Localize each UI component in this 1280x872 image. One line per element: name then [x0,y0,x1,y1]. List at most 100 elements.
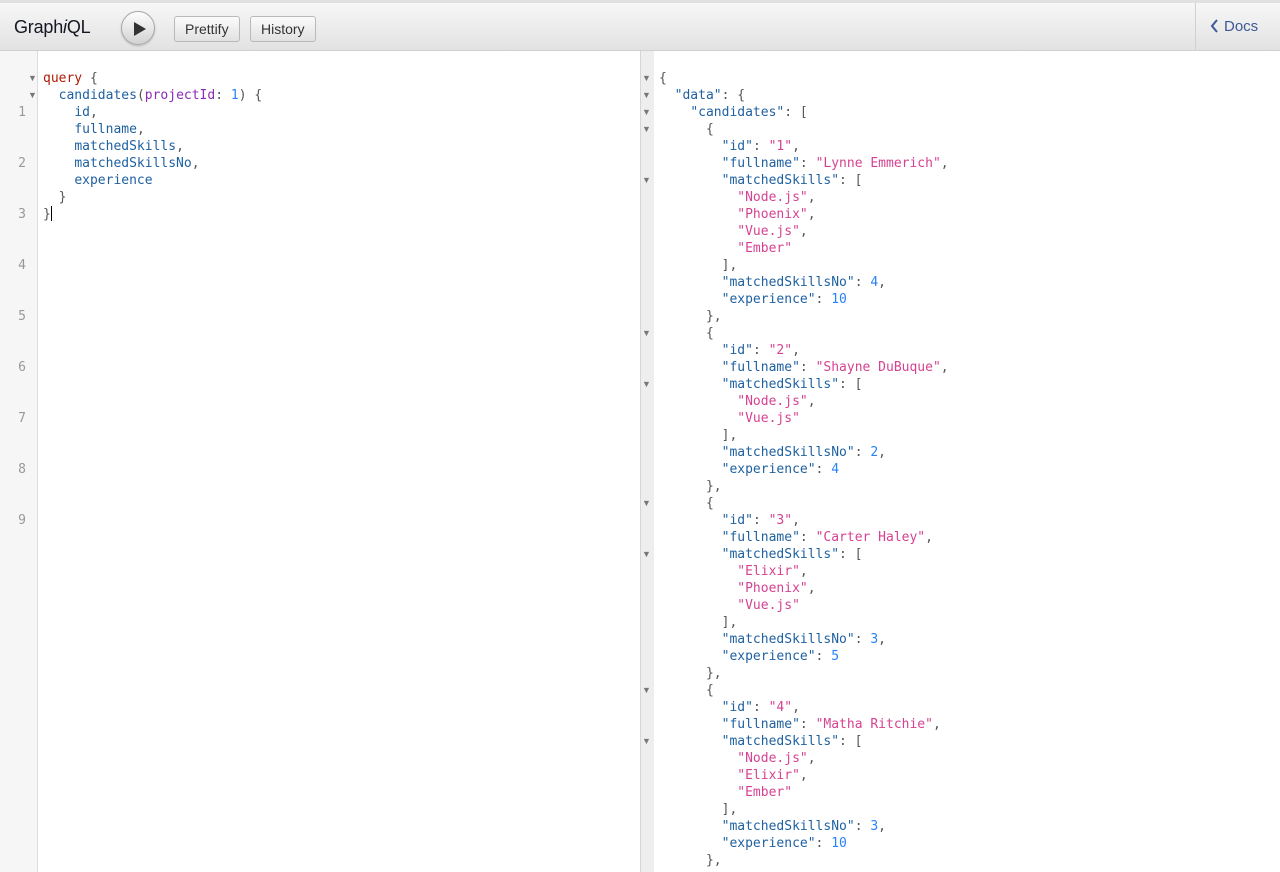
result-line: "experience": 4 [721,462,840,477]
fold-toggle-icon [642,274,654,291]
result-line: "fullname": "Shayne DuBuque", [721,360,949,375]
result-line: }, [705,853,722,868]
result-line: "Phoenix", [737,207,816,222]
result-line: { [705,326,714,341]
fold-toggle-icon [642,223,654,240]
line-number: 8 [18,462,26,477]
fold-toggle-icon [642,461,654,478]
fold-toggle-icon [642,393,654,410]
result-line: "Phoenix", [737,581,816,596]
query-line[interactable]: candidates(projectId: 1) { [43,87,263,104]
result-line: "Elixir", [737,564,808,579]
fold-toggle-icon[interactable]: ▼ [642,733,654,750]
result-line: "matchedSkills": [ [721,734,863,749]
line-number: 1 [18,105,26,120]
fold-toggle-icon[interactable]: ▼ [642,682,654,699]
fold-toggle-icon[interactable]: ▼ [28,87,38,104]
result-line: "matchedSkillsNo": 4, [721,275,886,290]
result-line: "Elixir", [737,768,808,783]
result-line: "fullname": "Matha Ritchie", [721,717,941,732]
fold-toggle-icon [642,614,654,631]
result-line: "candidates": [ [690,105,808,120]
prettify-button[interactable]: Prettify [174,16,240,42]
fold-toggle-icon [642,206,654,223]
fold-toggle-icon [642,291,654,308]
result-line: "id": "3", [721,513,800,528]
query-line[interactable]: } [43,206,262,223]
fold-toggle-icon [642,444,654,461]
result-line: "experience": 10 [721,836,847,851]
result-line: "Ember" [737,785,793,800]
fold-toggle-icon [642,308,654,325]
fold-toggle-icon[interactable]: ▼ [28,70,38,87]
query-line[interactable]: query { [43,70,262,87]
line-number: 4 [18,258,26,273]
query-line[interactable]: matchedSkillsNo, [43,155,262,172]
query-line[interactable]: id, [43,104,262,121]
fold-toggle-icon [642,155,654,172]
query-line[interactable]: experience [43,172,262,189]
line-number: 9 [18,513,26,528]
result-line: { [659,71,667,86]
docs-toggle[interactable]: Docs [1195,3,1280,51]
line-number: 7 [18,411,26,426]
result-line: "Vue.js" [737,598,800,613]
query-line[interactable]: fullname, [43,121,262,138]
execute-query-button[interactable] [121,11,155,45]
result-line: "matchedSkills": [ [721,377,863,392]
fold-toggle-icon [642,750,654,767]
result-line: "fullname": "Lynne Emmerich", [721,156,949,171]
fold-toggle-icon [642,818,654,835]
result-line: "Node.js", [737,751,816,766]
result-line: ], [721,615,738,630]
line-number: 2 [18,156,26,171]
result-line: "id": "4", [721,700,800,715]
result-line: "id": "2", [721,343,800,358]
result-line: { [705,496,714,511]
fold-toggle-icon [642,257,654,274]
fold-toggle-icon [642,852,654,869]
fold-toggle-icon[interactable]: ▼ [642,495,654,512]
fold-toggle-icon [642,410,654,427]
query-fold-markers: ▼ ▼ [28,70,38,104]
fold-toggle-icon [642,580,654,597]
fold-toggle-icon [642,189,654,206]
fold-toggle-icon[interactable]: ▼ [642,376,654,393]
fold-toggle-icon [642,359,654,376]
result-line: "experience": 5 [721,649,840,664]
fold-toggle-icon[interactable]: ▼ [642,325,654,342]
query-editor[interactable]: query { candidates(projectId: 1) { id, f… [43,70,262,223]
line-number: 5 [18,309,26,324]
result-line: }, [705,309,722,324]
fold-toggle-icon[interactable]: ▼ [642,87,654,104]
query-line[interactable]: matchedSkills, [43,138,262,155]
fold-toggle-icon [642,138,654,155]
result-line: "id": "1", [721,139,800,154]
result-fold-markers: ▼ ▼ ▼ ▼ ▼ ▼ ▼ ▼ ▼ ▼ ▼ [642,70,654,869]
fold-toggle-icon [642,427,654,444]
fold-toggle-icon[interactable]: ▼ [642,121,654,138]
fold-toggle-icon[interactable]: ▼ [642,172,654,189]
app-title: GraphiQL [14,17,91,37]
line-number: 6 [18,360,26,375]
fold-toggle-icon [642,648,654,665]
result-line: "experience": 10 [721,292,847,307]
line-number: 3 [18,207,26,222]
result-viewer: { "data": { "candidates": [ { "id": "1",… [659,70,949,869]
query-line[interactable]: } [43,189,262,206]
fold-toggle-icon[interactable]: ▼ [642,70,654,87]
fold-toggle-icon [642,240,654,257]
fold-toggle-icon [642,699,654,716]
result-line: ], [721,802,738,817]
fold-toggle-icon [642,665,654,682]
result-line: "matchedSkillsNo": 3, [721,819,886,834]
result-line: "matchedSkillsNo": 2, [721,445,886,460]
fold-toggle-icon [642,563,654,580]
result-line: "matchedSkills": [ [721,173,863,188]
text-cursor [50,206,52,221]
history-button[interactable]: History [250,16,316,42]
result-line: "Node.js", [737,394,816,409]
fold-toggle-icon[interactable]: ▼ [642,546,654,563]
fold-toggle-icon[interactable]: ▼ [642,104,654,121]
line-numbers: 1 2 3 4 5 6 7 8 9 [0,70,26,546]
